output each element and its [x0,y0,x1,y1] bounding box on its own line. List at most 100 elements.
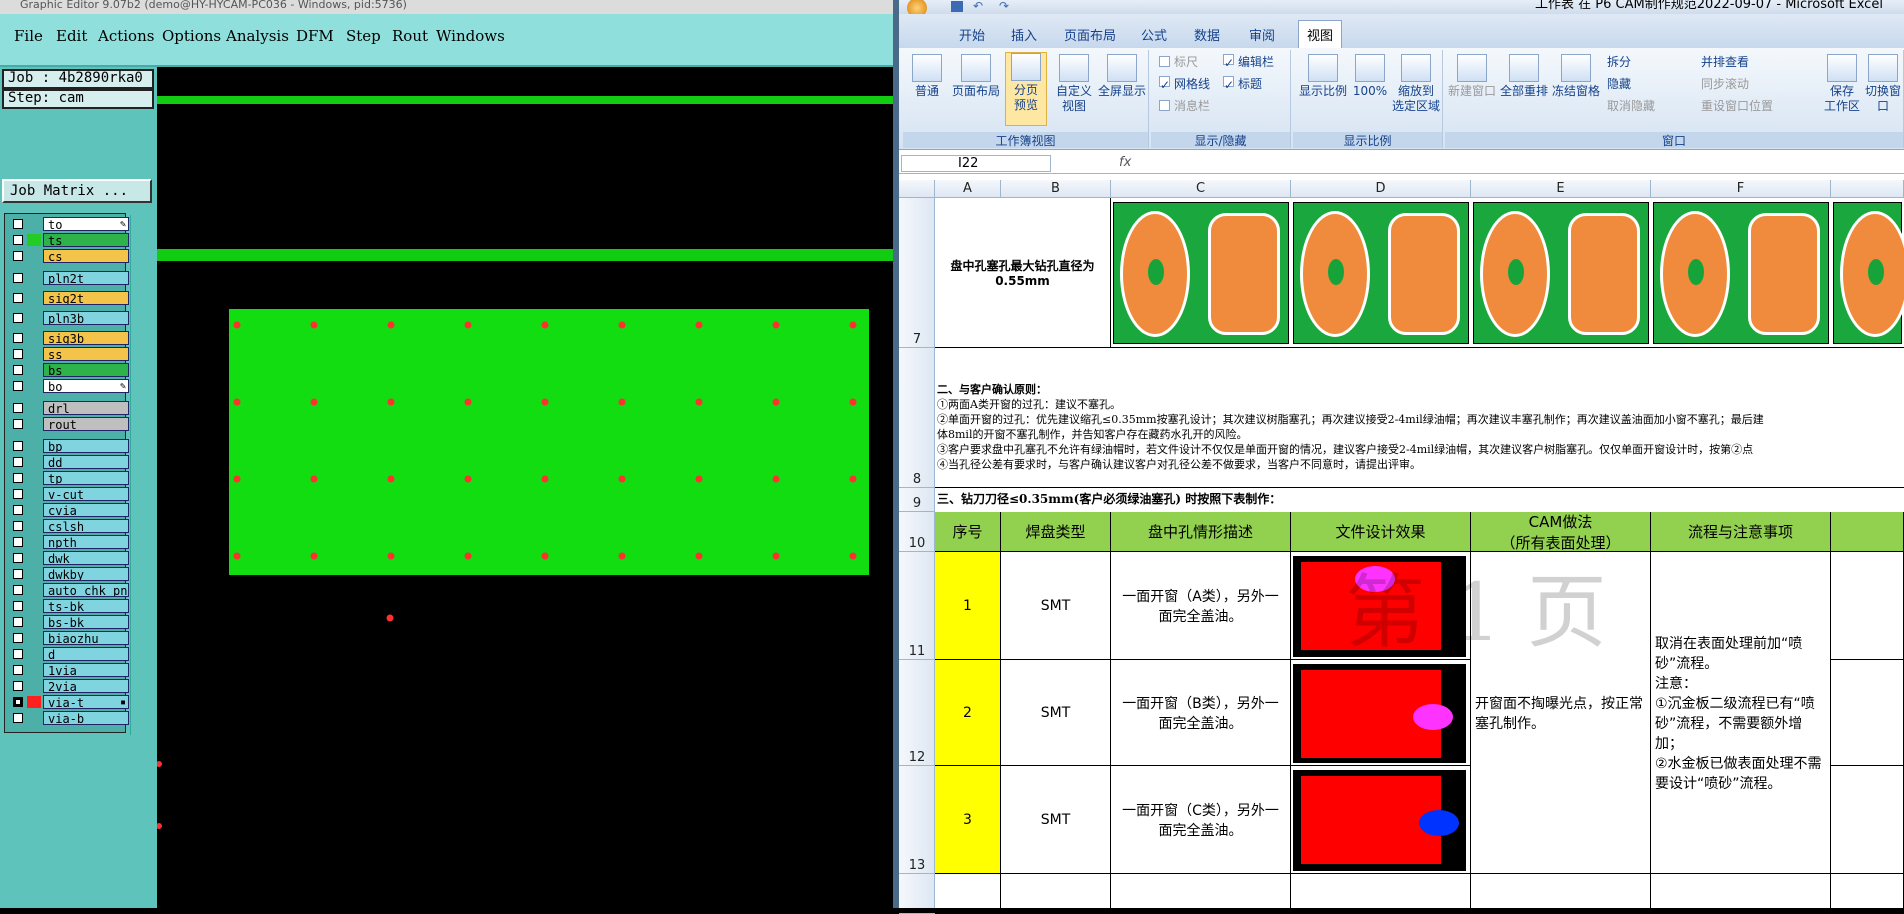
layer-checkbox[interactable] [13,489,23,499]
layer-color-swatch[interactable] [27,292,41,304]
menu-edit[interactable]: Edit [56,27,87,45]
table-header-cell[interactable] [1831,512,1904,552]
column-header[interactable]: D [1291,180,1471,198]
layer-checkbox[interactable] [13,365,23,375]
flow-notes-cell[interactable]: 取消在表面处理前加“喷砂”流程。 注意： ①沉金板二级流程已有“喷砂”流程，不需… [1651,552,1831,874]
layer-color-swatch[interactable] [27,312,41,324]
layer-row-dwk[interactable]: dwk [7,551,129,565]
headings-checkbox[interactable]: ✓ 标题 [1223,76,1262,92]
save-workspace-button[interactable]: 保存 工作区 [1823,54,1861,114]
seq-cell[interactable]: 1 [935,552,1001,660]
layer-list-scrollbar[interactable] [130,215,155,735]
layer-checkbox[interactable] [13,649,23,659]
undo-icon[interactable]: ↶ [973,0,983,13]
tab-4[interactable]: 数据 [1194,25,1220,44]
layer-checkbox[interactable] [13,713,23,723]
layer-color-swatch[interactable] [27,488,41,500]
layer-name[interactable]: biaozhu [43,631,129,645]
layer-row-2via[interactable]: 2via [7,679,129,693]
fx-icon[interactable]: fx [1119,155,1131,170]
layer-checkbox[interactable] [13,553,23,563]
row-header[interactable]: 9 [899,488,935,512]
gridlines-checkbox[interactable]: ✓ 网格线 [1159,76,1210,92]
layer-row-npth[interactable]: npth [7,535,129,549]
table-header-cell[interactable]: CAM做法 （所有表面处理） [1471,512,1651,552]
row-header[interactable]: 8 [899,348,935,488]
layer-name[interactable]: drl [43,401,129,415]
extra-cell[interactable] [1831,766,1904,874]
tab-2[interactable]: 页面布局 [1064,25,1116,44]
table-header-cell[interactable]: 流程与注意事项 [1651,512,1831,552]
layer-checkbox[interactable] [13,441,23,451]
layer-row-ss[interactable]: ss [7,347,129,361]
layer-color-swatch[interactable] [27,680,41,692]
table-header-cell[interactable]: 序号 [935,512,1001,552]
freeze-panes-button[interactable]: 冻结窗格 [1551,54,1601,99]
layer-checkbox[interactable] [13,585,23,595]
layer-checkbox[interactable] [13,505,23,515]
layer-row-auto_chk_pnl[interactable]: auto_chk_pnl [7,583,129,597]
save-icon[interactable] [951,1,963,12]
column-header[interactable]: C [1111,180,1291,198]
layer-row-pln3b[interactable]: pln3b [7,311,129,325]
layer-color-swatch[interactable] [27,380,41,392]
view-side-by-side-button[interactable]: 并排查看 [1701,54,1749,70]
layer-row-via-b[interactable]: via-b [7,711,129,725]
layer-row-rout[interactable]: rout [7,417,129,431]
menu-step[interactable]: Step [346,27,381,45]
layer-checkbox[interactable] [13,697,23,707]
layer-row-1via[interactable]: 1via [7,663,129,677]
table-cell[interactable] [935,874,1001,908]
split-button[interactable]: 拆分 [1607,54,1631,70]
layer-checkbox[interactable] [13,235,23,245]
layer-checkbox[interactable] [13,601,23,611]
page-break-preview-button[interactable]: 分页 预览 [1005,52,1047,126]
zoom-to-selection-button[interactable]: 缩放到 选定区域 [1391,54,1441,114]
extra-cell[interactable] [1831,660,1904,766]
row-header[interactable]: 10 [899,512,935,552]
column-header[interactable]: E [1471,180,1651,198]
description-cell[interactable]: 一面开窗（B类），另外一面完全盖油。 [1111,660,1291,766]
job-matrix-button[interactable]: Job Matrix ... [2,179,152,203]
extra-cell[interactable] [1831,552,1904,660]
message-bar-checkbox[interactable]: 消息栏 [1159,98,1210,114]
layer-checkbox[interactable] [13,681,23,691]
tab-6[interactable]: 视图 [1298,20,1343,48]
switch-window-button[interactable]: 切换窗口 [1863,54,1903,114]
layer-checkbox[interactable] [13,273,23,283]
layer-name[interactable]: ts-bk [43,599,129,613]
pad-type-cell[interactable]: SMT [1001,766,1111,874]
layer-name[interactable]: ss [43,347,129,361]
layer-row-v-cut[interactable]: v-cut [7,487,129,501]
layer-color-swatch[interactable] [27,472,41,484]
layer-row-dd[interactable]: dd [7,455,129,469]
pad-type-cell[interactable]: SMT [1001,552,1111,660]
seq-cell[interactable]: 3 [935,766,1001,874]
layer-name[interactable]: ts [43,233,129,247]
table-header-cell[interactable]: 文件设计效果 [1291,512,1471,552]
layer-row-cvia[interactable]: cvia [7,503,129,517]
layer-name[interactable]: pln3b [43,311,129,325]
table-cell[interactable] [1471,874,1651,908]
layer-row-bs[interactable]: bs [7,363,129,377]
layer-name[interactable]: sig3b [43,331,129,345]
layer-name[interactable]: bo ✎ [43,379,129,393]
menu-analysis[interactable]: Analysis [226,27,289,45]
layer-checkbox[interactable] [13,333,23,343]
table-cell[interactable] [1291,874,1471,908]
section2-notes[interactable]: 二、与客户确认原则： ①两面A类开窗的过孔：建议不塞孔。 ②单面开窗的过孔：优先建议… [937,382,1902,482]
description-cell[interactable]: 一面开窗（C类），另外一面完全盖油。 [1111,766,1291,874]
layer-color-swatch[interactable] [27,364,41,376]
pad-type-cell[interactable]: SMT [1001,660,1111,766]
layer-name[interactable]: tp [43,471,129,485]
layer-row-ts-bk[interactable]: ts-bk [7,599,129,613]
tab-5[interactable]: 审阅 [1249,25,1275,44]
row-header[interactable]: 13 [899,766,935,874]
normal-view-button[interactable]: 普通 [907,54,947,99]
layer-name[interactable]: auto_chk_pnl [43,583,129,597]
layer-color-swatch[interactable] [27,332,41,344]
layer-row-to[interactable]: to ✎ [7,217,129,231]
layer-row-cslsh[interactable]: cslsh [7,519,129,533]
sync-scroll-button[interactable]: 同步滚动 [1701,76,1749,92]
ruler-checkbox[interactable]: 标尺 [1159,54,1198,70]
